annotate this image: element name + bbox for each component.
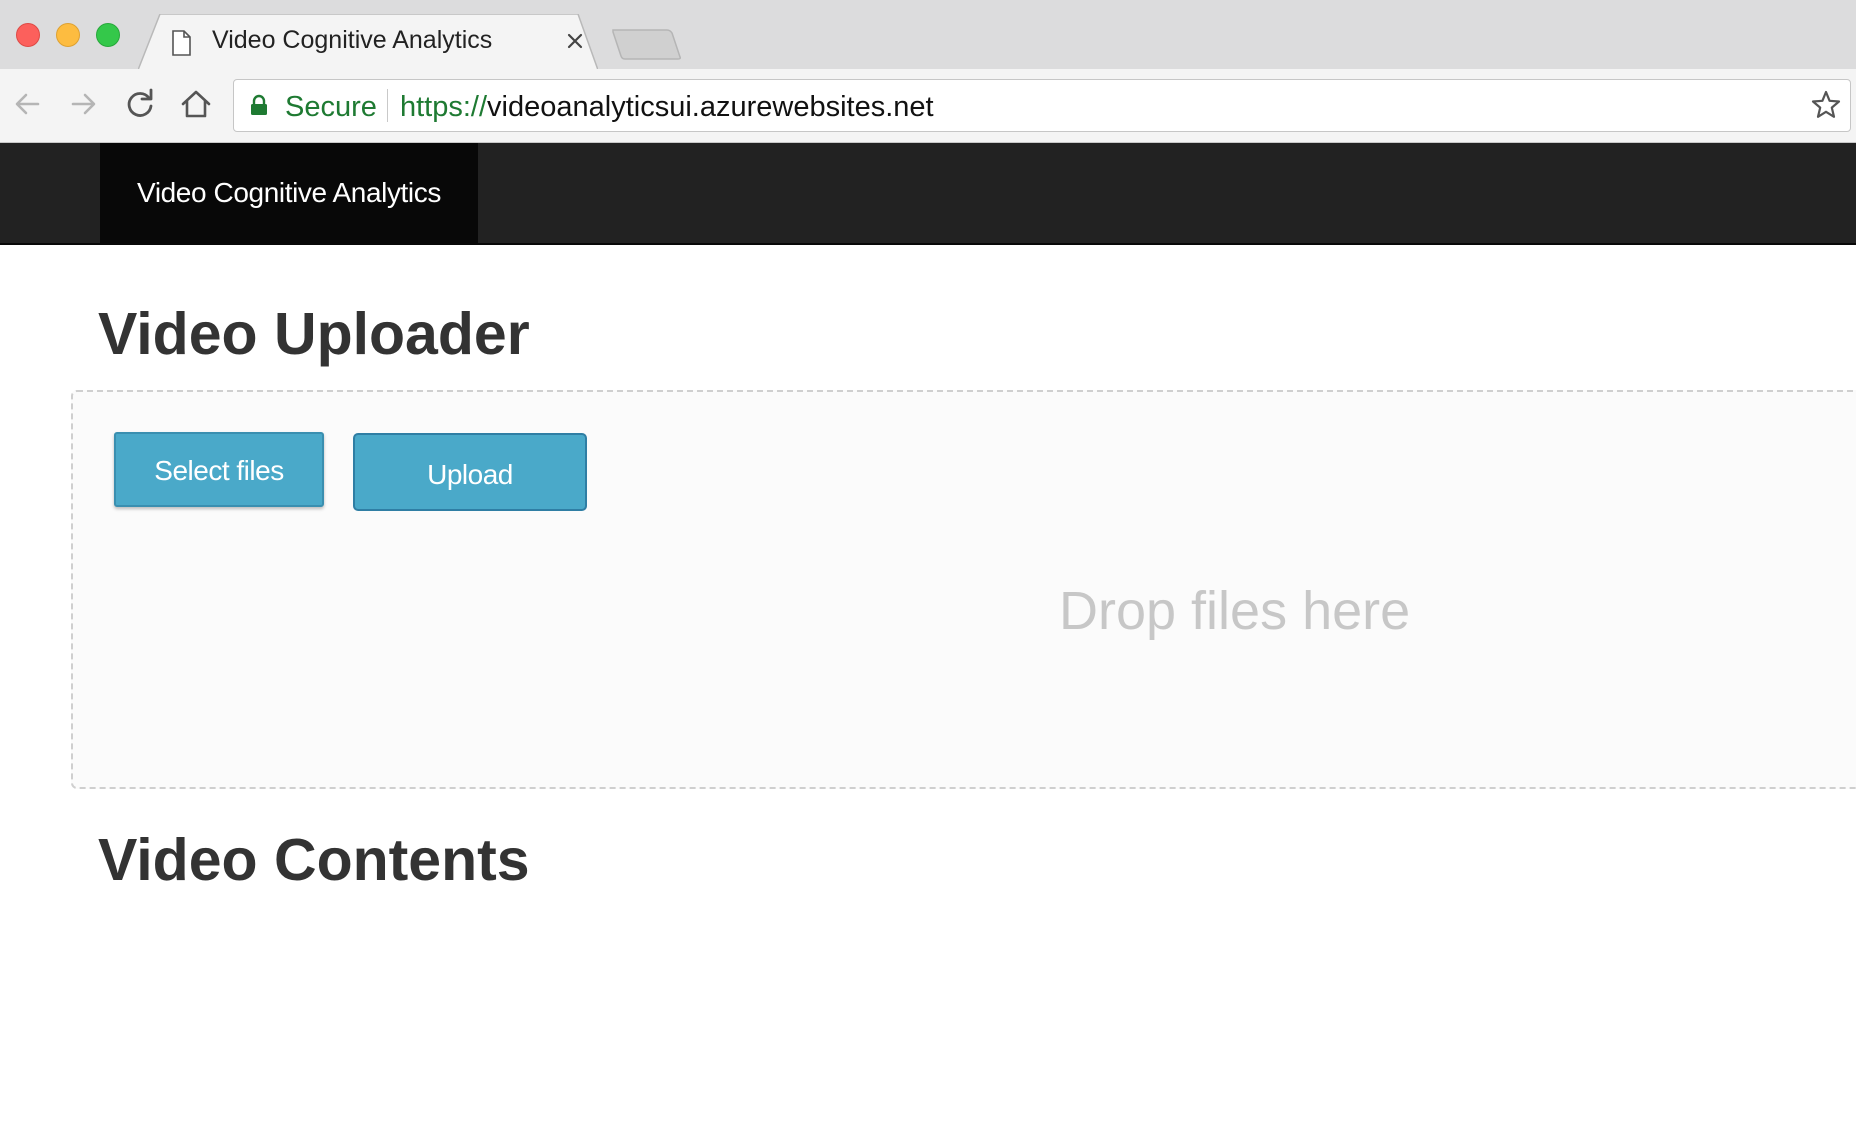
document-icon (172, 30, 191, 56)
close-icon[interactable] (562, 28, 588, 54)
drop-files-hint: Drop files here (1059, 581, 1411, 641)
secure-label: Secure (285, 91, 377, 123)
url-scheme: https:// (400, 91, 488, 123)
url-host: videoanalyticsui.azurewebsites.net (487, 91, 934, 123)
tab-title: Video Cognitive Analytics (212, 26, 493, 54)
browser-toolbar: Secure https://videoanalyticsui.azureweb… (0, 69, 1856, 143)
new-tab-button[interactable] (612, 28, 682, 60)
close-window-button[interactable] (16, 23, 40, 47)
browser-tab[interactable]: Video Cognitive Analytics (138, 14, 598, 70)
upload-button[interactable]: Upload (353, 433, 587, 511)
reload-icon[interactable] (120, 84, 160, 124)
forward-arrow-icon[interactable] (63, 84, 103, 124)
minimize-window-button[interactable] (56, 23, 80, 47)
navbar-brand[interactable]: Video Cognitive Analytics (100, 143, 478, 243)
back-arrow-icon[interactable] (8, 84, 48, 124)
video-contents-heading: Video Contents (98, 827, 530, 893)
select-files-button[interactable]: Select files (114, 432, 324, 507)
browser-tab-bar: Video Cognitive Analytics (0, 0, 1856, 70)
url-text[interactable]: https://videoanalyticsui.azurewebsites.n… (400, 91, 934, 124)
file-drop-zone[interactable]: Select files Upload Drop files here (71, 390, 1856, 789)
address-bar[interactable]: Secure https://videoanalyticsui.azureweb… (233, 79, 1851, 132)
address-divider (387, 89, 388, 122)
lock-icon (251, 94, 267, 115)
star-icon[interactable] (1810, 89, 1842, 121)
video-uploader-heading: Video Uploader (98, 301, 530, 367)
home-icon[interactable] (176, 84, 216, 124)
zoom-window-button[interactable] (96, 23, 120, 47)
site-navbar: Video Cognitive Analytics (0, 143, 1856, 245)
